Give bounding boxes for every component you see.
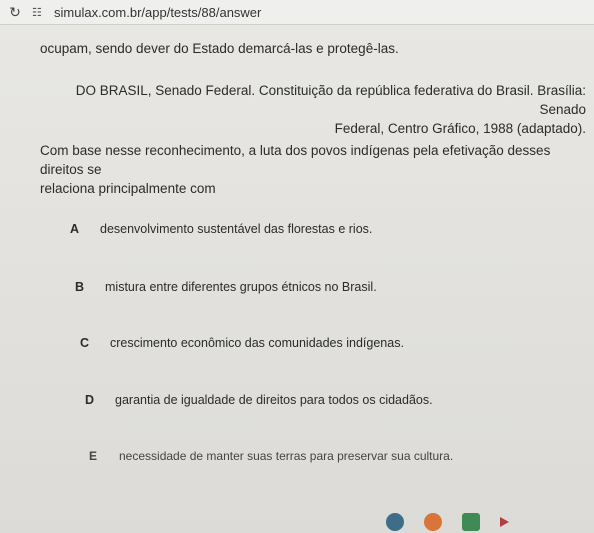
option-text: desenvolvimento sustentável das floresta… xyxy=(100,222,373,236)
option-a[interactable]: A desenvolvimento sustentável das flores… xyxy=(70,222,372,236)
chat-icon[interactable] xyxy=(462,513,480,531)
option-text: necessidade de manter suas terras para p… xyxy=(119,449,454,463)
browser-address-bar: ↻ ☷ simulax.com.br/app/tests/88/answer xyxy=(0,0,594,25)
option-b[interactable]: B mistura entre diferentes grupos étnico… xyxy=(75,280,377,294)
circle-icon[interactable] xyxy=(386,513,404,531)
option-e[interactable]: E necessidade de manter suas terras para… xyxy=(89,449,453,463)
option-letter: B xyxy=(75,280,85,294)
reload-icon[interactable]: ↻ xyxy=(4,4,26,21)
url-text[interactable]: simulax.com.br/app/tests/88/answer xyxy=(54,5,261,20)
play-icon[interactable] xyxy=(500,517,509,527)
option-d[interactable]: D garantia de igualdade de direitos para… xyxy=(85,393,433,407)
option-text: mistura entre diferentes grupos étnicos … xyxy=(105,280,377,294)
citation-line-2: Federal, Centro Gráfico, 1988 (adaptado)… xyxy=(334,121,586,136)
question-line-1: Com base nesse reconhecimento, a luta do… xyxy=(40,143,551,177)
option-letter: A xyxy=(70,222,80,236)
option-text: garantia de igualdade de direitos para t… xyxy=(115,393,433,407)
question-page: ocupam, sendo dever do Estado demarcá-la… xyxy=(0,25,594,533)
option-text: crescimento econômico das comunidades in… xyxy=(110,336,404,350)
option-letter: D xyxy=(85,393,95,407)
option-letter: E xyxy=(89,449,98,463)
option-c[interactable]: C crescimento econômico das comunidades … xyxy=(80,336,404,350)
citation: DO BRASIL, Senado Federal. Constituição … xyxy=(40,81,586,138)
question-line-2: relaciona principalmente com xyxy=(40,181,216,196)
citation-line-1: DO BRASIL, Senado Federal. Constituição … xyxy=(75,83,586,117)
site-info-icon[interactable]: ☷ xyxy=(32,6,48,19)
intro-text: ocupam, sendo dever do Estado demarcá-la… xyxy=(40,41,399,56)
bottom-toolbar xyxy=(386,513,509,531)
question-text: Com base nesse reconhecimento, a luta do… xyxy=(40,141,588,198)
hint-icon[interactable] xyxy=(424,513,442,531)
option-letter: C xyxy=(80,336,90,350)
